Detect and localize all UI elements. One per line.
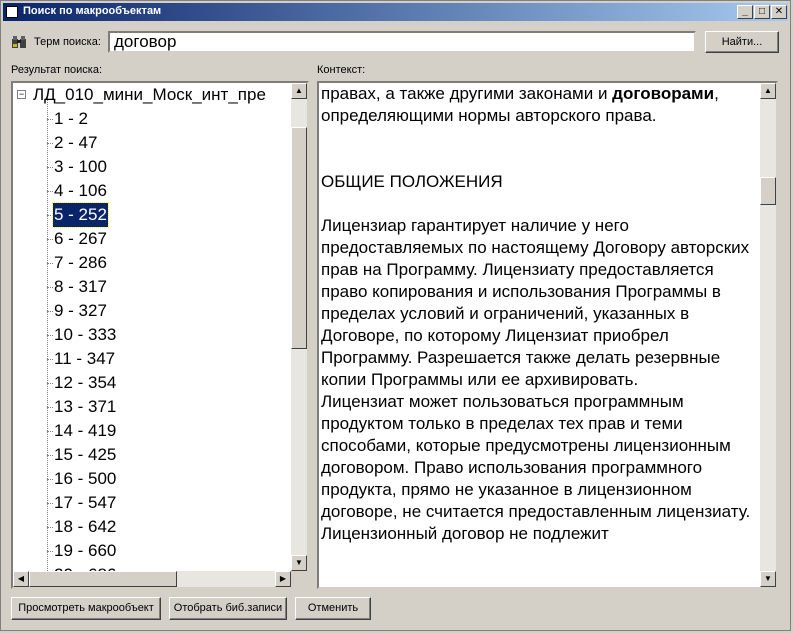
scroll-left-icon[interactable]: ◀ <box>13 571 29 587</box>
minimize-button[interactable]: _ <box>737 5 753 19</box>
window-icon <box>6 6 18 18</box>
tree-item[interactable]: 3 - 100 <box>53 155 108 179</box>
cancel-button[interactable]: Отменить <box>295 597 371 620</box>
tree-root-node[interactable]: ЛД_010_мини_Моск_инт_пре <box>33 83 266 107</box>
context-label: Контекст: <box>317 64 366 76</box>
tree-item[interactable]: 1 - 2 <box>53 107 89 131</box>
context-paragraph: Лицензиар гарантирует наличие у него пре… <box>321 216 750 389</box>
results-label: Результат поиска: <box>11 64 103 76</box>
context-paragraph: Лицензиат может пользоваться программным… <box>321 392 751 521</box>
tree-item[interactable]: 20 - 686 <box>53 563 117 571</box>
results-vscrollbar[interactable]: ▲ ▼ <box>291 83 307 571</box>
tree-item[interactable]: 13 - 371 <box>53 395 117 419</box>
search-hit-highlight: договорами <box>612 84 715 103</box>
search-window: Поиск по макрообъектам _ □ ✕ Терм поиска… <box>0 0 791 631</box>
context-vscrollbar[interactable]: ▲ ▼ <box>760 83 776 587</box>
tree-item[interactable]: 18 - 642 <box>53 515 117 539</box>
context-panel[interactable]: правах, а также другими законами и догов… <box>317 81 778 589</box>
tree-item[interactable]: 4 - 106 <box>53 179 108 203</box>
scroll-up-icon[interactable]: ▲ <box>291 83 307 99</box>
collapse-icon[interactable]: − <box>17 90 26 99</box>
tree-item[interactable]: 11 - 347 <box>53 347 116 371</box>
window-title: Поиск по макрообъектам <box>23 5 162 17</box>
tree-item[interactable]: 14 - 419 <box>53 419 117 443</box>
results-hscroll-thumb[interactable] <box>29 571 177 587</box>
tree-item[interactable]: 9 - 327 <box>53 299 108 323</box>
tree-item[interactable]: 19 - 660 <box>53 539 117 563</box>
context-text-segment: правах, а также другими законами и <box>321 84 613 103</box>
results-tree[interactable]: − ЛД_010_мини_Моск_инт_пре 1 - 22 - 47 3 … <box>11 81 309 589</box>
close-button[interactable]: ✕ <box>771 5 787 19</box>
tree-item[interactable]: 15 - 425 <box>53 443 117 467</box>
select-records-button[interactable]: Отобрать биб.записи <box>169 597 287 620</box>
context-paragraph: Лицензионный договор не подлежит <box>321 524 609 543</box>
tree-item[interactable]: 16 - 500 <box>53 467 117 491</box>
tree-item[interactable]: 8 - 317 <box>53 275 108 299</box>
tree-item[interactable]: 2 - 47 <box>53 131 98 155</box>
search-term-label: Терм поиска: <box>34 36 101 48</box>
context-text: правах, а также другими законами и догов… <box>321 83 759 545</box>
tree-viewport: − ЛД_010_мини_Моск_инт_пре 1 - 22 - 47 3 … <box>13 83 291 571</box>
context-vscroll-thumb[interactable] <box>760 177 776 205</box>
results-hscrollbar[interactable]: ◀ ▶ <box>13 571 291 587</box>
results-vscroll-thumb[interactable] <box>291 127 307 349</box>
tree-item[interactable]: 12 - 354 <box>53 371 117 395</box>
scroll-corner <box>291 571 307 587</box>
maximize-button[interactable]: □ <box>754 5 770 19</box>
tree-item[interactable]: 6 - 267 <box>53 227 108 251</box>
tree-item[interactable]: 17 - 547 <box>53 491 117 515</box>
binoculars-icon <box>11 35 27 49</box>
context-paragraph: правах, а также другими законами и догов… <box>321 83 759 127</box>
find-button[interactable]: Найти... <box>705 31 779 53</box>
search-input[interactable]: договор <box>108 31 696 53</box>
tree-item[interactable]: 7 - 286 <box>53 251 108 275</box>
context-heading: ОБЩИЕ ПОЛОЖЕНИЯ <box>321 172 503 191</box>
scroll-right-icon[interactable]: ▶ <box>275 571 291 587</box>
view-macroobject-button[interactable]: Просмотреть макрообъект <box>11 597 161 620</box>
scroll-down-icon[interactable]: ▼ <box>760 571 776 587</box>
tree-item[interactable]: 5 - 252 <box>52 202 109 228</box>
scroll-up-icon[interactable]: ▲ <box>760 83 776 99</box>
title-bar: Поиск по макрообъектам _ □ ✕ <box>3 3 788 21</box>
scroll-down-icon[interactable]: ▼ <box>291 555 307 571</box>
tree-item[interactable]: 10 - 333 <box>53 323 117 347</box>
